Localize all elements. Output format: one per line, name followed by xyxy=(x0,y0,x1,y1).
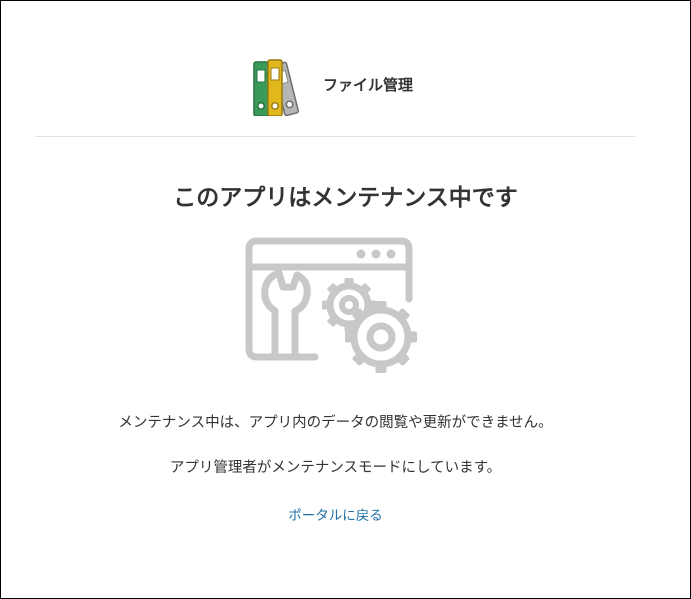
binders-icon xyxy=(250,54,308,117)
back-to-portal-link[interactable]: ポータルに戻る xyxy=(1,504,670,524)
maintenance-reason-message: アプリ管理者がメンテナンスモードにしています。 xyxy=(169,460,502,476)
maintenance-window-gears-wrench-icon xyxy=(245,237,427,385)
maintenance-page: ファイル管理 このアプリはメンテナンス中です メンテナンス中は、アプリ内のデータ… xyxy=(0,0,691,599)
page-title: このアプリはメンテナンス中です xyxy=(173,185,518,211)
maintenance-message: メンテナンス中は、アプリ内のデータの閲覧や更新ができません。 xyxy=(118,415,553,431)
app-name: ファイル管理 xyxy=(323,76,414,94)
app-header: ファイル管理 xyxy=(1,51,690,121)
header-divider xyxy=(35,136,635,137)
